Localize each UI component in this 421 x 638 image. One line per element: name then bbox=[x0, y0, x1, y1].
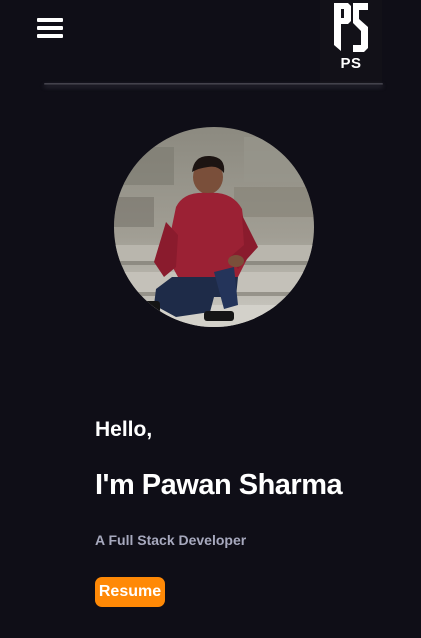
menu-bar-bottom bbox=[37, 34, 63, 38]
logo-text: PS bbox=[340, 55, 362, 72]
role-subtitle: A Full Stack Developer bbox=[95, 532, 247, 548]
profile-avatar bbox=[114, 127, 314, 327]
menu-bar-middle bbox=[37, 26, 63, 30]
profile-photo bbox=[114, 127, 314, 327]
greeting-text: Hello, bbox=[95, 418, 153, 441]
hamburger-menu-icon[interactable] bbox=[37, 16, 63, 40]
name-heading: I'm Pawan Sharma bbox=[95, 469, 343, 501]
ps-monogram-icon bbox=[334, 3, 368, 52]
resume-button[interactable]: Resume bbox=[95, 577, 165, 607]
menu-bar-top bbox=[37, 18, 63, 22]
ps-logo[interactable]: PS bbox=[320, 0, 382, 84]
header-divider bbox=[44, 83, 383, 85]
